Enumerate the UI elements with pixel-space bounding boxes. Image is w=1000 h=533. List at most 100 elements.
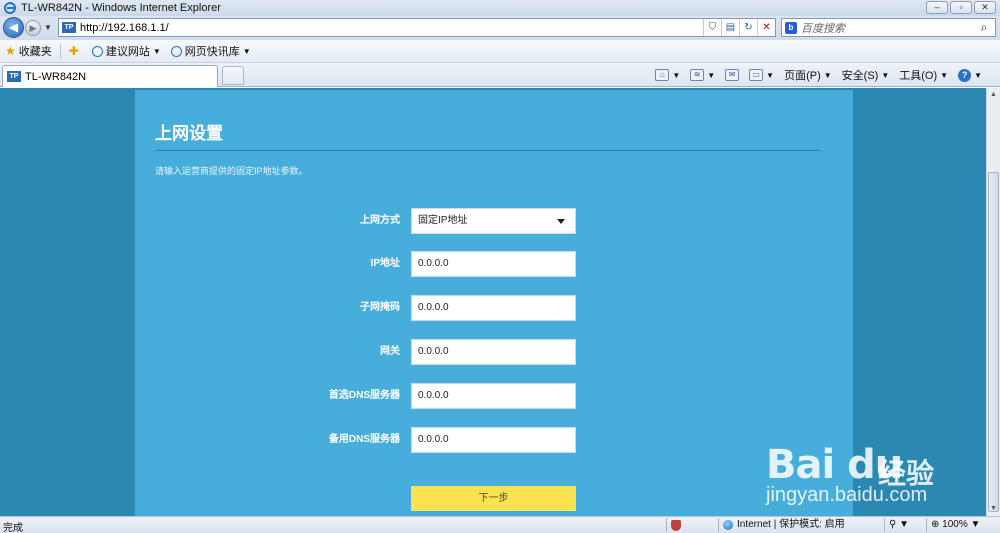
ip-label: IP地址 [370,258,400,269]
gateway-label: 网关 [380,346,400,357]
mail-icon: ✉ [725,69,740,81]
safety-menu-label: 安全(S) [841,70,879,82]
status-text: 完成 [3,523,23,533]
zoom-control[interactable]: ⊕ 100% ▼ [926,518,980,532]
security-shield-icon[interactable]: ⛉ [703,19,721,36]
connection-type-label: 上网方式 [360,215,400,226]
scroll-down-icon[interactable]: ▼ [987,502,1000,516]
status-security[interactable] [666,518,685,532]
mail-button[interactable]: ✉ [721,65,743,85]
zoom-level: 100% [942,519,968,530]
form-row-subnet: 子网掩码 0.0.0.0 [135,295,853,321]
status-zone-text: Internet | 保护模式: 启用 [737,519,845,530]
add-favorite-button[interactable]: ✚ [64,41,87,61]
compat-view-icon[interactable]: ▤ [721,19,739,36]
page-menu-label: 页面(P) [784,70,821,82]
form-row-gateway: 网关 0.0.0.0 [135,339,853,365]
form-row-secondary-dns: 备用DNS服务器 0.0.0.0 [135,427,853,453]
command-bar: ⌂ ▼ ≋ ▼ ✉ ▭ ▼ 页面(P) ▼ 安全(S) ▼ 工具(O) ▼ ? ▼ [651,65,986,85]
window-titlebar: TL-WR842N - Windows Internet Explorer – … [0,0,1000,16]
ie-page-icon [170,45,182,57]
help-icon: ? [958,68,972,82]
forward-button[interactable]: ▶ [25,20,41,36]
scroll-up-icon[interactable]: ▲ [987,88,1000,102]
tab-current[interactable]: TP TL-WR842N [2,65,218,87]
web-slice-gallery-link[interactable]: 网页快讯库 ▼ [166,41,256,61]
window-controls: – ▫ ✕ [926,1,996,14]
address-bar[interactable]: TP http://192.168.1.1/ ⛉ ▤ ↻ ✕ [58,18,776,37]
tab-title: TL-WR842N [25,70,87,83]
subnet-mask-input[interactable]: 0.0.0.0 [411,295,576,321]
connection-type-select[interactable]: 固定IP地址 [411,208,576,234]
dropdown-arrow-icon [557,219,565,224]
address-actions: ⛉ ▤ ↻ ✕ [703,19,775,36]
tab-row: TP TL-WR842N ⌂ ▼ ≋ ▼ ✉ ▭ ▼ 页面(P) ▼ 安全(S) ▼ 工具… [0,63,1000,87]
ie-logo-icon [4,2,16,14]
rss-icon: ≋ [690,69,705,81]
suggested-sites-label: 建议网站 [105,46,150,58]
minimize-button[interactable]: – [926,1,948,14]
tools-menu[interactable]: 工具(O) ▼ [895,65,952,85]
status-zone-menu[interactable]: ⚲ ▼ [884,518,909,532]
suggested-sites-link[interactable]: 建议网站 ▼ [87,41,166,61]
vertical-scrollbar[interactable]: ▲ ▼ [986,88,1000,516]
form-row-primary-dns: 首选DNS服务器 0.0.0.0 [135,383,853,409]
stop-icon[interactable]: ✕ [757,19,775,36]
refresh-icon[interactable]: ↻ [739,19,757,36]
window-title: TL-WR842N - Windows Internet Explorer [21,2,221,14]
site-favicon-icon: TP [7,71,21,82]
zoom-icon: ⊕ [931,519,943,530]
blocked-icon [671,519,681,531]
printer-icon: ▭ [749,69,764,81]
next-button[interactable]: 下一步 [411,486,576,511]
baidu-search-icon: b [785,21,797,34]
primary-dns-label: 首选DNS服务器 [328,390,400,401]
print-button[interactable]: ▭ ▼ [745,65,778,85]
status-zone[interactable]: Internet | 保护模式: 启用 [718,518,845,532]
search-input[interactable]: 百度搜索 [801,20,973,36]
close-button[interactable]: ✕ [974,1,996,14]
page-menu[interactable]: 页面(P) ▼ [780,65,836,85]
tools-menu-label: 工具(O) [899,70,938,82]
web-slice-gallery-label: 网页快讯库 [184,46,240,58]
page-viewport: 上网设置 请输入运营商提供的固定IP地址参数。 上网方式 固定IP地址 IP地址… [0,88,986,516]
site-favicon-icon: TP [62,22,76,33]
chevron-down-icon: ▼ [967,519,981,530]
scroll-thumb[interactable] [988,172,999,512]
divider [155,150,821,151]
address-text[interactable]: http://192.168.1.1/ [80,22,169,34]
form-row-ip: IP地址 0.0.0.0 [135,251,853,277]
page-title: 上网设置 [155,124,223,143]
feeds-button[interactable]: ≋ ▼ [686,65,719,85]
ie-page-icon [91,45,103,57]
maximize-button[interactable]: ▫ [950,1,972,14]
favorites-label: 收藏夹 [18,46,52,58]
back-button[interactable]: ◀ [3,17,24,38]
address-row: ◀ ▶ ▼ TP http://192.168.1.1/ ⛉ ▤ ↻ ✕ b 百… [0,16,1000,40]
favorites-bar: ★ 收藏夹 ✚ 建议网站 ▼ 网页快讯库 ▼ [0,40,1000,63]
new-tab-button[interactable] [222,66,244,85]
status-bar: 完成 Internet | 保护模式: 启用 ⚲ ▼ ⊕ 100% ▼ [0,516,1000,533]
ip-input[interactable]: 0.0.0.0 [411,251,576,277]
chevron-down-icon: ▼ [152,46,161,56]
hint-text: 请输入运营商提供的固定IP地址参数。 [155,166,308,176]
globe-icon [723,520,733,530]
help-menu[interactable]: ? ▼ [954,65,986,85]
zoom-menu-icon: ⚲ ▼ [889,519,909,530]
form-row-connection-type: 上网方式 固定IP地址 [135,208,853,234]
home-icon: ⌂ [655,69,670,81]
favorites-button[interactable]: ★ 收藏夹 [0,41,57,61]
favorites-star-icon: ★ [5,44,16,58]
secondary-dns-input[interactable]: 0.0.0.0 [411,427,576,453]
search-go-icon[interactable]: ⌕ [973,20,995,35]
primary-dns-input[interactable]: 0.0.0.0 [411,383,576,409]
search-box[interactable]: b 百度搜索 ⌕ [781,18,996,37]
safety-menu[interactable]: 安全(S) ▼ [838,65,894,85]
setup-panel: 上网设置 请输入运营商提供的固定IP地址参数。 上网方式 固定IP地址 IP地址… [135,90,853,516]
gateway-input[interactable]: 0.0.0.0 [411,339,576,365]
add-favorite-icon: ✚ [68,44,79,58]
chevron-down-icon: ▼ [242,46,251,56]
secondary-dns-label: 备用DNS服务器 [328,434,400,445]
home-button[interactable]: ⌂ ▼ [651,65,684,85]
history-dropdown-icon[interactable]: ▼ [44,23,52,32]
